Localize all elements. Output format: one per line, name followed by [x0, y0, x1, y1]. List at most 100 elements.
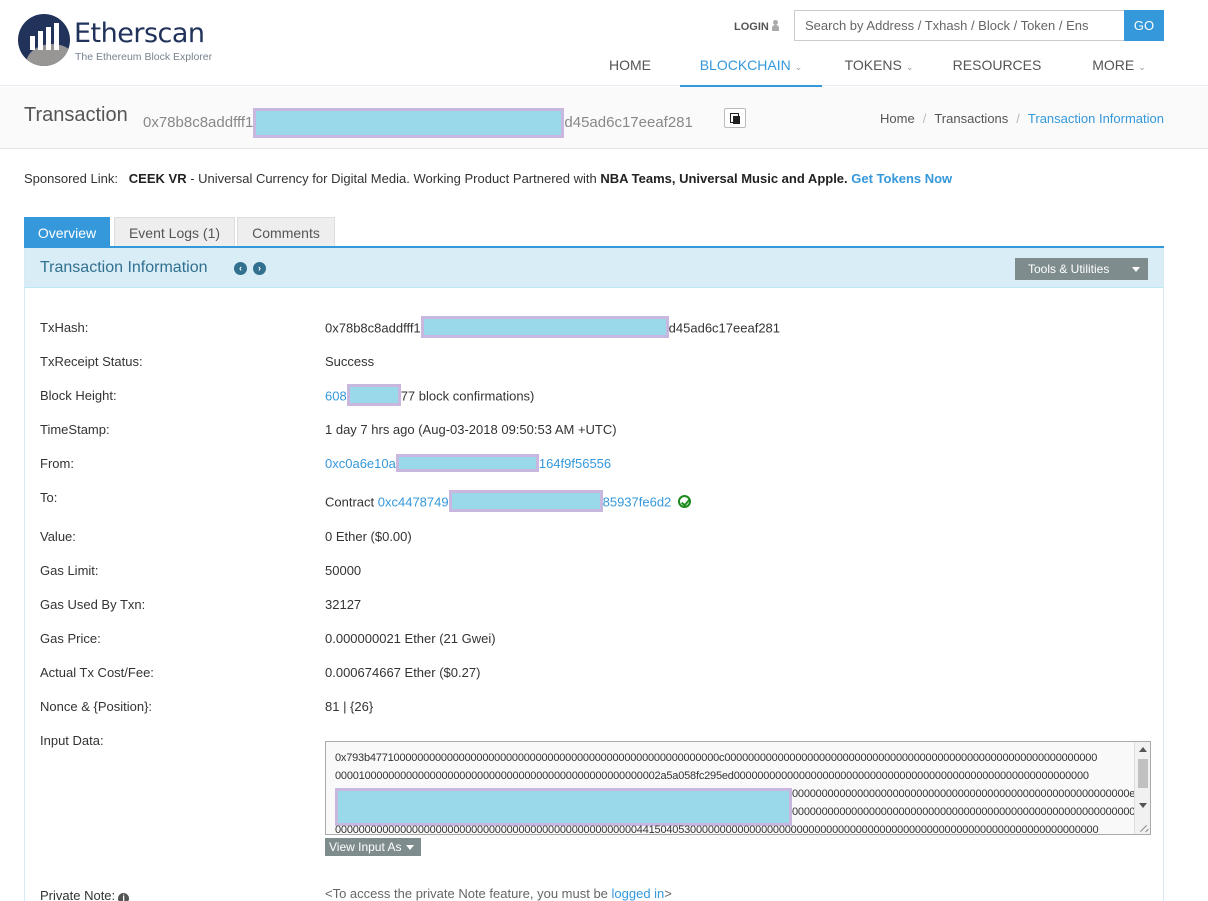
input-data-textarea[interactable]: 0x793b4771000000000000000000000000000000… [325, 741, 1151, 835]
tab-comments[interactable]: Comments [237, 217, 335, 247]
from-value[interactable]: 0xc0a6e10a 164f9f56556 [325, 454, 611, 473]
redaction-box [346, 384, 401, 406]
nav-blockchain[interactable]: BLOCKCHAIN ⌄ [680, 50, 822, 87]
from-address-suffix[interactable]: 164f9f56556 [539, 456, 611, 471]
block-height-link[interactable]: 608 [325, 388, 347, 403]
title-hash-suffix: d45ad6c17eeaf281 [564, 113, 693, 131]
from-address-prefix[interactable]: 0xc0a6e10a [325, 456, 396, 471]
resize-grip-icon[interactable] [1137, 821, 1149, 833]
user-icon [771, 20, 779, 31]
breadcrumb-current: Transaction Information [1027, 111, 1164, 126]
redaction-box [420, 316, 669, 338]
scroll-down-icon[interactable] [1139, 803, 1147, 808]
gas-price-value: 0.000000021 Ether (21 Gwei) [325, 631, 496, 646]
redaction-box [448, 490, 603, 512]
gas-limit-label: Gas Limit: [40, 563, 99, 578]
gas-used-value: 32127 [325, 597, 362, 612]
nonce-value: 81 | {26} [325, 699, 374, 714]
logo-name: Etherscan [74, 18, 205, 49]
nav-blockchain-label: BLOCKCHAIN [699, 57, 791, 73]
chevron-down-icon: ⌄ [905, 62, 914, 72]
title-hash-prefix: 0x78b8c8addfff1 [143, 113, 254, 131]
nonce-label: Nonce & {Position}: [40, 699, 153, 714]
nav-tokens-label: TOKENS [844, 57, 902, 73]
scroll-thumb[interactable] [1138, 759, 1148, 788]
nav-more-label: MORE [1092, 57, 1135, 73]
verified-check-icon [678, 495, 692, 509]
private-note-text: <To access the private Note feature, you… [325, 886, 612, 901]
copy-icon[interactable] [724, 108, 746, 128]
redaction-box [335, 788, 792, 826]
tools-utilities-button[interactable]: Tools & Utilities [1015, 258, 1148, 280]
timestamp-label: TimeStamp: [40, 422, 110, 437]
gas-price-label: Gas Price: [40, 631, 101, 646]
nav-resources[interactable]: RESOURCES [946, 50, 1048, 87]
txhash-prefix: 0x78b8c8addfff1 [325, 320, 421, 336]
fee-label: Actual Tx Cost/Fee: [40, 665, 154, 680]
input-line3-suffix: 0000000000000000000000000000000000000000… [792, 788, 1151, 800]
sponsored-brand: CEEK VR [128, 171, 187, 186]
private-note-label: Private Note: [40, 888, 116, 901]
search-go-button[interactable]: GO [1124, 10, 1164, 41]
sponsored-link: Sponsored Link: CEEK VR - Universal Curr… [24, 171, 952, 186]
redaction-box [253, 108, 565, 138]
nav-tokens[interactable]: TOKENS ⌄ [834, 50, 924, 87]
info-icon[interactable]: i [118, 893, 130, 901]
private-note-value: <To access the private Note feature, you… [325, 886, 672, 901]
login-label: LOGIN [734, 21, 769, 33]
login-link[interactable]: LOGIN [734, 20, 779, 33]
to-label: To: [40, 490, 58, 505]
private-note-end: > [664, 886, 672, 901]
to-value: Contract 0xc4478749 85937fe6d2 [325, 490, 692, 512]
sponsored-label: Sponsored Link: [24, 171, 118, 186]
status-value: Success [325, 354, 375, 369]
from-label: From: [40, 456, 74, 471]
chevron-down-icon: ⌄ [1138, 62, 1146, 72]
next-arrow-icon[interactable]: › [253, 262, 266, 275]
input-data-line: 0000100000000000000000000000000000000000… [335, 770, 1089, 782]
input-data-line: 0x793b4771000000000000000000000000000000… [335, 752, 1098, 764]
breadcrumb-transactions[interactable]: Transactions [934, 111, 1008, 126]
panel-title: Transaction Information [40, 259, 208, 276]
site-header: Etherscan The Ethereum Block Explorer LO… [0, 0, 1208, 87]
search-input[interactable] [794, 10, 1124, 41]
value-amount: 0 Ether ($0.00) [325, 529, 412, 544]
nav-home[interactable]: HOME [598, 50, 662, 87]
input-data-line: 0000000000000000000000000000000000000000… [792, 806, 1151, 818]
page-titlebar: Transaction 0x78b8c8addfff1 d45ad6c17eeaf… [0, 87, 1208, 149]
page-title: Transaction [24, 104, 128, 126]
nav-home-label: HOME [609, 57, 651, 73]
tab-event-logs[interactable]: Event Logs (1) [114, 217, 235, 247]
sponsored-bold: NBA Teams, Universal Music and Apple. [600, 171, 848, 186]
breadcrumb-home[interactable]: Home [880, 111, 915, 126]
scroll-up-icon[interactable] [1139, 747, 1147, 752]
caret-down-icon [406, 845, 414, 850]
block-confirmations: 77 block confirmations) [400, 388, 535, 404]
contract-word: Contract [325, 494, 375, 510]
input-data-label: Input Data: [40, 733, 104, 748]
timestamp-value: 1 day 7 hrs ago (Aug-03-2018 09:50:53 AM… [325, 422, 617, 437]
view-input-as-label: View Input As [329, 840, 402, 854]
to-address-suffix[interactable]: 85937fe6d2 [603, 494, 672, 509]
view-input-as-button[interactable]: View Input As [325, 838, 421, 856]
main-nav: HOME BLOCKCHAIN ⌄ TOKENS ⌄ RESOURCES MORE ⌄ [0, 50, 1208, 87]
transaction-panel: Transaction Information ‹ › Tools & Util… [24, 248, 1164, 901]
nav-more[interactable]: MORE ⌄ [1084, 50, 1154, 87]
txhash-label: TxHash: [40, 320, 89, 335]
status-label: TxReceipt Status: [40, 354, 143, 369]
breadcrumb: Home / Transactions / Transaction Informatio… [880, 111, 1164, 126]
block-height-label: Block Height: [40, 388, 117, 403]
sponsored-text: - Universal Currency for Digital Media. … [186, 171, 601, 186]
tab-overview[interactable]: Overview [24, 217, 110, 247]
to-address-prefix[interactable]: 0xc4478749 [378, 494, 449, 509]
input-data-line: 0000000000000000000000000000000000000000… [335, 824, 1099, 835]
prev-arrow-icon[interactable]: ‹ [234, 262, 247, 275]
fee-value: 0.000674667 Ether ($0.27) [325, 665, 481, 680]
gas-limit-value: 50000 [325, 563, 362, 578]
sponsored-cta-link[interactable]: Get Tokens Now [851, 171, 952, 186]
login-link-inline[interactable]: logged in [612, 886, 665, 901]
private-note-label-wrap: Private Note: i [40, 888, 130, 901]
gas-used-label: Gas Used By Txn: [40, 597, 146, 612]
redaction-box [395, 454, 539, 473]
value-label: Value: [40, 529, 76, 544]
